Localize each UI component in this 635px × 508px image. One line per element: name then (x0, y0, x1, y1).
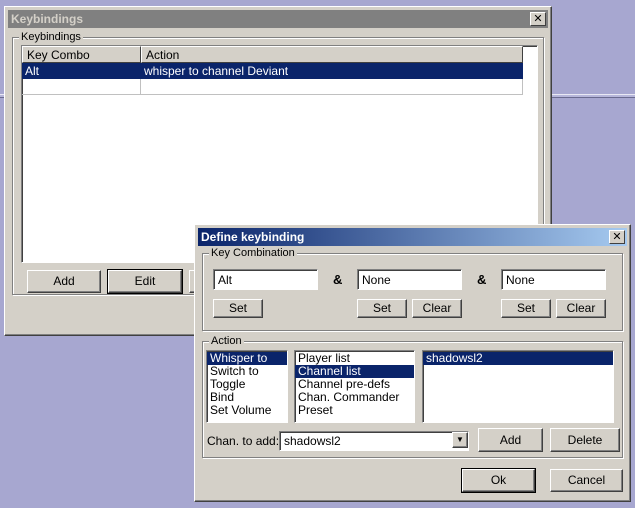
ampersand-label: & (333, 272, 343, 287)
selected-channels-list[interactable]: shadowsl2 (422, 350, 614, 423)
set-key3-button[interactable]: Set (501, 299, 551, 318)
action-type-list[interactable]: Whisper to Switch to Toggle Bind Set Vol… (206, 350, 288, 423)
key1-value: Alt (218, 273, 233, 287)
keybindings-titlebar[interactable]: Keybindings ✕ (8, 10, 548, 28)
table-row[interactable] (22, 79, 523, 95)
key-combination-group: Key Combination Alt & None & None Set Se… (202, 246, 623, 331)
column-header-label: Action (146, 48, 180, 62)
add-channel-button[interactable]: Add (478, 428, 543, 452)
clear-key3-button[interactable]: Clear (556, 299, 606, 318)
channel-combobox-value: shadowsl2 (284, 434, 341, 448)
cell-action: whisper to channel Deviant (141, 63, 523, 79)
edit-button[interactable]: Edit (107, 269, 183, 294)
define-keybinding-dialog: Define keybinding ✕ Key Combination Alt … (194, 224, 631, 502)
key3-field[interactable]: None (501, 269, 606, 290)
cell-action (141, 79, 523, 95)
list-item[interactable]: Set Volume (207, 404, 287, 417)
ok-button[interactable]: Ok (461, 468, 536, 493)
key2-value: None (362, 273, 391, 287)
add-button[interactable]: Add (27, 270, 101, 293)
keybindings-group-label: Keybindings (19, 30, 83, 44)
close-icon[interactable]: ✕ (530, 12, 546, 26)
set-key2-button[interactable]: Set (357, 299, 407, 318)
key1-field[interactable]: Alt (213, 269, 318, 290)
chan-to-add-label: Chan. to add: (207, 434, 280, 448)
key2-field[interactable]: None (357, 269, 462, 290)
dialog-titlebar[interactable]: Define keybinding ✕ (198, 228, 627, 246)
channel-combobox[interactable]: shadowsl2 ▼ (279, 431, 469, 451)
dialog-title: Define keybinding (201, 230, 305, 244)
action-group: Action Whisper to Switch to Toggle Bind … (202, 334, 623, 458)
key3-value: None (506, 273, 535, 287)
action-group-label: Action (209, 334, 244, 348)
clear-key2-button[interactable]: Clear (412, 299, 462, 318)
close-icon[interactable]: ✕ (609, 230, 625, 244)
list-item[interactable]: shadowsl2 (423, 352, 613, 365)
target-list[interactable]: Player list Channel list Channel pre-def… (294, 350, 415, 423)
cell-key: Alt (22, 63, 141, 79)
column-header-key-combo[interactable]: Key Combo (22, 46, 141, 63)
chevron-down-icon[interactable]: ▼ (452, 432, 468, 448)
delete-channel-button[interactable]: Delete (550, 428, 620, 452)
set-key1-button[interactable]: Set (213, 299, 263, 318)
ampersand-label: & (477, 272, 487, 287)
table-row[interactable]: Alt whisper to channel Deviant (22, 63, 523, 79)
column-header-action[interactable]: Action (141, 46, 523, 63)
list-item[interactable]: Preset (295, 404, 414, 417)
column-header-label: Key Combo (27, 48, 90, 62)
cell-key (22, 79, 141, 95)
keybindings-title: Keybindings (11, 12, 84, 26)
cancel-button[interactable]: Cancel (550, 469, 623, 492)
key-combination-label: Key Combination (209, 246, 297, 260)
